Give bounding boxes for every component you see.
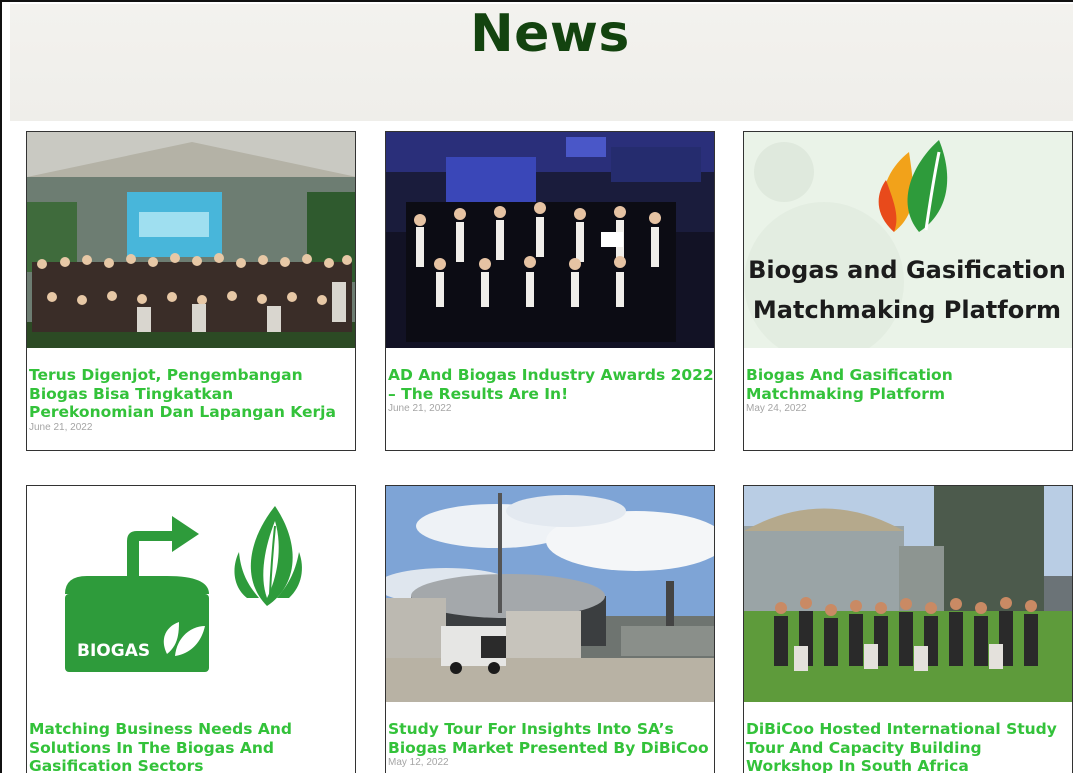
news-card[interactable]: AD And Biogas Industry Awards 2022 – The…: [385, 131, 715, 451]
news-date: June 21, 2022: [388, 403, 452, 414]
news-title-link[interactable]: Study Tour For Insights Into SA’s Biogas…: [388, 720, 714, 769]
news-title-link[interactable]: Matching Business Needs And Solutions In…: [29, 720, 355, 773]
news-thumbnail[interactable]: [744, 486, 1072, 702]
news-date: June 21, 2022: [29, 421, 93, 433]
news-title-text[interactable]: Matching Business Needs And Solutions In…: [29, 720, 292, 773]
news-card[interactable]: DiBiCoo Hosted International Study Tour …: [743, 485, 1073, 773]
banner-line-1: Biogas and Gasification: [748, 256, 1066, 284]
news-card[interactable]: BIOGAS Matching Business Needs And Solut…: [26, 485, 356, 773]
news-title-text[interactable]: Biogas And Gasification Matchmaking Plat…: [746, 366, 953, 403]
news-title-text[interactable]: Study Tour For Insights Into SA’s Biogas…: [388, 720, 709, 757]
news-thumbnail[interactable]: [386, 132, 714, 348]
news-date: May 12, 2022: [388, 757, 449, 768]
banner-text: Biogas and Gasification Matchmaking Plat…: [744, 250, 1070, 330]
news-title-text[interactable]: AD And Biogas Industry Awards 2022 – The…: [388, 366, 714, 403]
page-title: News: [470, 4, 630, 64]
banner-line-2: Matchmaking Platform: [752, 296, 1062, 324]
news-thumbnail[interactable]: Biogas and Gasification Matchmaking Plat…: [744, 132, 1072, 348]
news-date: May 24, 2022: [746, 403, 807, 414]
news-card[interactable]: Biogas and Gasification Matchmaking Plat…: [743, 131, 1073, 451]
news-title-text[interactable]: Terus Digenjot, Pengembangan Biogas Bisa…: [29, 366, 336, 421]
news-title-link[interactable]: Biogas And Gasification Matchmaking Plat…: [746, 366, 1072, 415]
news-thumbnail[interactable]: [27, 132, 355, 348]
news-title-link[interactable]: Terus Digenjot, Pengembangan Biogas Bisa…: [29, 366, 355, 434]
news-card[interactable]: Study Tour For Insights Into SA’s Biogas…: [385, 485, 715, 773]
news-title-link[interactable]: AD And Biogas Industry Awards 2022 – The…: [388, 366, 714, 415]
tank-label: BIOGAS: [77, 641, 150, 661]
news-title-text[interactable]: DiBiCoo Hosted International Study Tour …: [746, 720, 1057, 773]
news-thumbnail[interactable]: [386, 486, 714, 702]
news-title-link[interactable]: DiBiCoo Hosted International Study Tour …: [746, 720, 1072, 773]
news-card[interactable]: Terus Digenjot, Pengembangan Biogas Bisa…: [26, 131, 356, 451]
news-thumbnail[interactable]: BIOGAS: [27, 486, 355, 702]
